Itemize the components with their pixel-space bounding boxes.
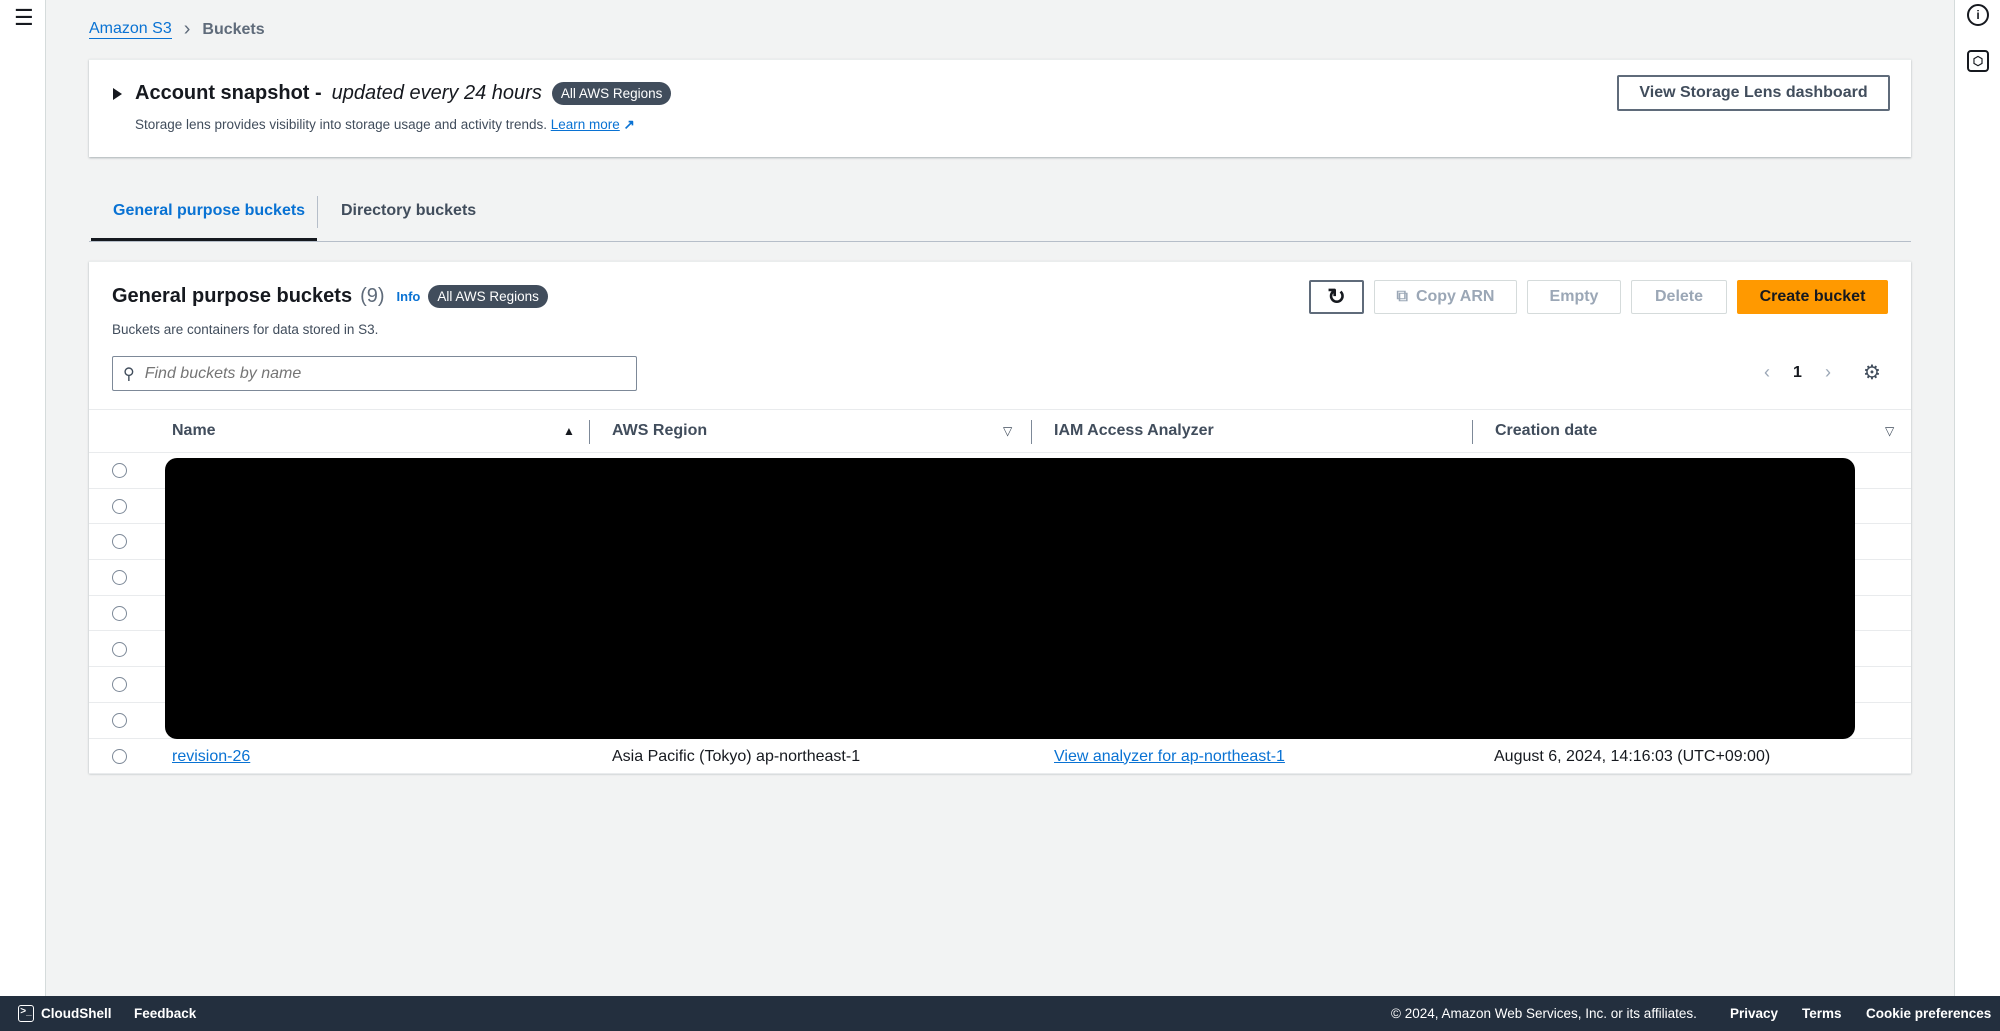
copyright: © 2024, Amazon Web Services, Inc. or its… xyxy=(1391,1006,1697,1021)
navigation-sidebar: ☰ xyxy=(0,0,46,996)
panel-title-text: General purpose buckets xyxy=(112,285,353,307)
breadcrumb-amazon-s3[interactable]: Amazon S3 xyxy=(89,20,172,39)
active-tab-indicator xyxy=(91,238,317,241)
page-number[interactable]: 1 xyxy=(1793,364,1802,382)
view-analyzer-link[interactable]: View analyzer for ap-northeast-1 xyxy=(1054,748,1285,766)
external-link-icon: ↗ xyxy=(623,117,635,132)
copy-icon: ⧉ xyxy=(1396,288,1408,305)
info-link[interactable]: Info xyxy=(397,289,421,304)
region-badge: All AWS Regions xyxy=(428,285,548,308)
terms-link[interactable]: Terms xyxy=(1802,1006,1842,1021)
row-select-radio[interactable] xyxy=(112,641,127,657)
tab-general-purpose-buckets[interactable]: General purpose buckets xyxy=(89,202,329,220)
snapshot-title-italic: updated every 24 hours xyxy=(331,82,542,104)
learn-more-link[interactable]: Learn more xyxy=(551,117,620,132)
copy-arn-button[interactable]: ⧉ Copy ARN xyxy=(1374,280,1517,314)
breadcrumb: Amazon S3 › Buckets xyxy=(89,18,265,41)
hexagon-icon[interactable]: ⬡ xyxy=(1967,50,1989,72)
search-icon: ⚲ xyxy=(123,365,135,383)
panel-title: General purpose buckets (9) Info All AWS… xyxy=(112,285,548,308)
settings-gear-icon[interactable]: ⚙ xyxy=(1863,360,1881,385)
account-snapshot-card: Account snapshot - updated every 24 hours… xyxy=(89,59,1911,157)
privacy-link[interactable]: Privacy xyxy=(1730,1006,1778,1021)
breadcrumb-current: Buckets xyxy=(202,20,265,38)
bucket-region: Asia Pacific (Tokyo) ap-northeast-1 xyxy=(612,747,861,765)
tools-sidebar: i ⬡ xyxy=(1954,0,2000,996)
bucket-name-link[interactable]: revision-26 xyxy=(172,748,250,766)
cookie-preferences-link[interactable]: Cookie preferences xyxy=(1866,1006,1991,1021)
row-select-radio[interactable] xyxy=(112,712,127,728)
info-icon[interactable]: i xyxy=(1967,4,1989,26)
view-storage-lens-button[interactable]: View Storage Lens dashboard xyxy=(1617,75,1890,111)
refresh-button[interactable]: ↻ xyxy=(1309,280,1364,314)
row-select-radio[interactable] xyxy=(112,463,127,478)
feedback-link[interactable]: Feedback xyxy=(134,1006,196,1021)
row-select-radio[interactable] xyxy=(112,748,127,764)
copy-arn-label: Copy ARN xyxy=(1415,288,1495,305)
column-creation-date[interactable]: Creation date xyxy=(1495,422,1597,440)
footer: >_ CloudShell Feedback © 2024, Amazon We… xyxy=(0,996,2000,1031)
snapshot-title-text: Account snapshot - xyxy=(135,82,322,104)
sort-ascending-icon[interactable]: ▲ xyxy=(563,424,575,438)
column-region[interactable]: AWS Region xyxy=(612,422,707,440)
snapshot-description-text: Storage lens provides visibility into st… xyxy=(135,117,547,132)
bucket-count: (9) xyxy=(360,285,385,307)
column-divider[interactable] xyxy=(589,420,590,444)
empty-button[interactable]: Empty xyxy=(1527,280,1621,314)
row-select-radio[interactable] xyxy=(112,677,127,693)
sort-icon[interactable]: ▽ xyxy=(1003,424,1012,438)
previous-page-button[interactable]: ‹ xyxy=(1764,362,1770,383)
redacted-area xyxy=(165,458,1855,739)
sort-icon[interactable]: ▽ xyxy=(1885,424,1894,438)
delete-button[interactable]: Delete xyxy=(1631,280,1727,314)
column-name[interactable]: Name xyxy=(172,422,216,440)
chevron-right-icon: › xyxy=(183,18,191,40)
table-header: Name ▲ AWS Region ▽ IAM Access Analyzer … xyxy=(89,409,1911,453)
column-divider[interactable] xyxy=(1031,420,1032,444)
cloudshell-link[interactable]: CloudShell xyxy=(41,1006,112,1021)
refresh-icon: ↻ xyxy=(1327,284,1346,309)
row-select-radio[interactable] xyxy=(112,570,127,586)
snapshot-description: Storage lens provides visibility into st… xyxy=(135,117,635,133)
search-field[interactable]: ⚲ xyxy=(112,356,637,391)
column-iam-access-analyzer[interactable]: IAM Access Analyzer xyxy=(1054,422,1214,440)
menu-icon[interactable]: ☰ xyxy=(14,7,34,29)
table-row[interactable]: revision-26 Asia Pacific (Tokyo) ap-nort… xyxy=(89,738,1911,775)
tab-directory-buckets[interactable]: Directory buckets xyxy=(317,202,500,220)
column-divider[interactable] xyxy=(1472,420,1473,444)
region-badge: All AWS Regions xyxy=(551,82,672,105)
expand-caret-icon[interactable] xyxy=(113,88,122,100)
creation-date: August 6, 2024, 14:16:03 (UTC+09:00) xyxy=(1494,747,1771,765)
row-select-radio[interactable] xyxy=(112,498,127,514)
row-select-radio[interactable] xyxy=(112,605,127,621)
create-bucket-button[interactable]: Create bucket xyxy=(1737,280,1888,314)
snapshot-title[interactable]: Account snapshot - updated every 24 hours… xyxy=(135,82,672,105)
cloudshell-icon[interactable]: >_ xyxy=(18,1005,34,1022)
bucket-tabs: General purpose buckets Directory bucket… xyxy=(89,190,1911,242)
next-page-button[interactable]: › xyxy=(1825,362,1831,383)
search-input[interactable] xyxy=(144,364,605,383)
panel-description: Buckets are containers for data stored i… xyxy=(112,322,379,337)
row-select-radio[interactable] xyxy=(112,534,127,550)
